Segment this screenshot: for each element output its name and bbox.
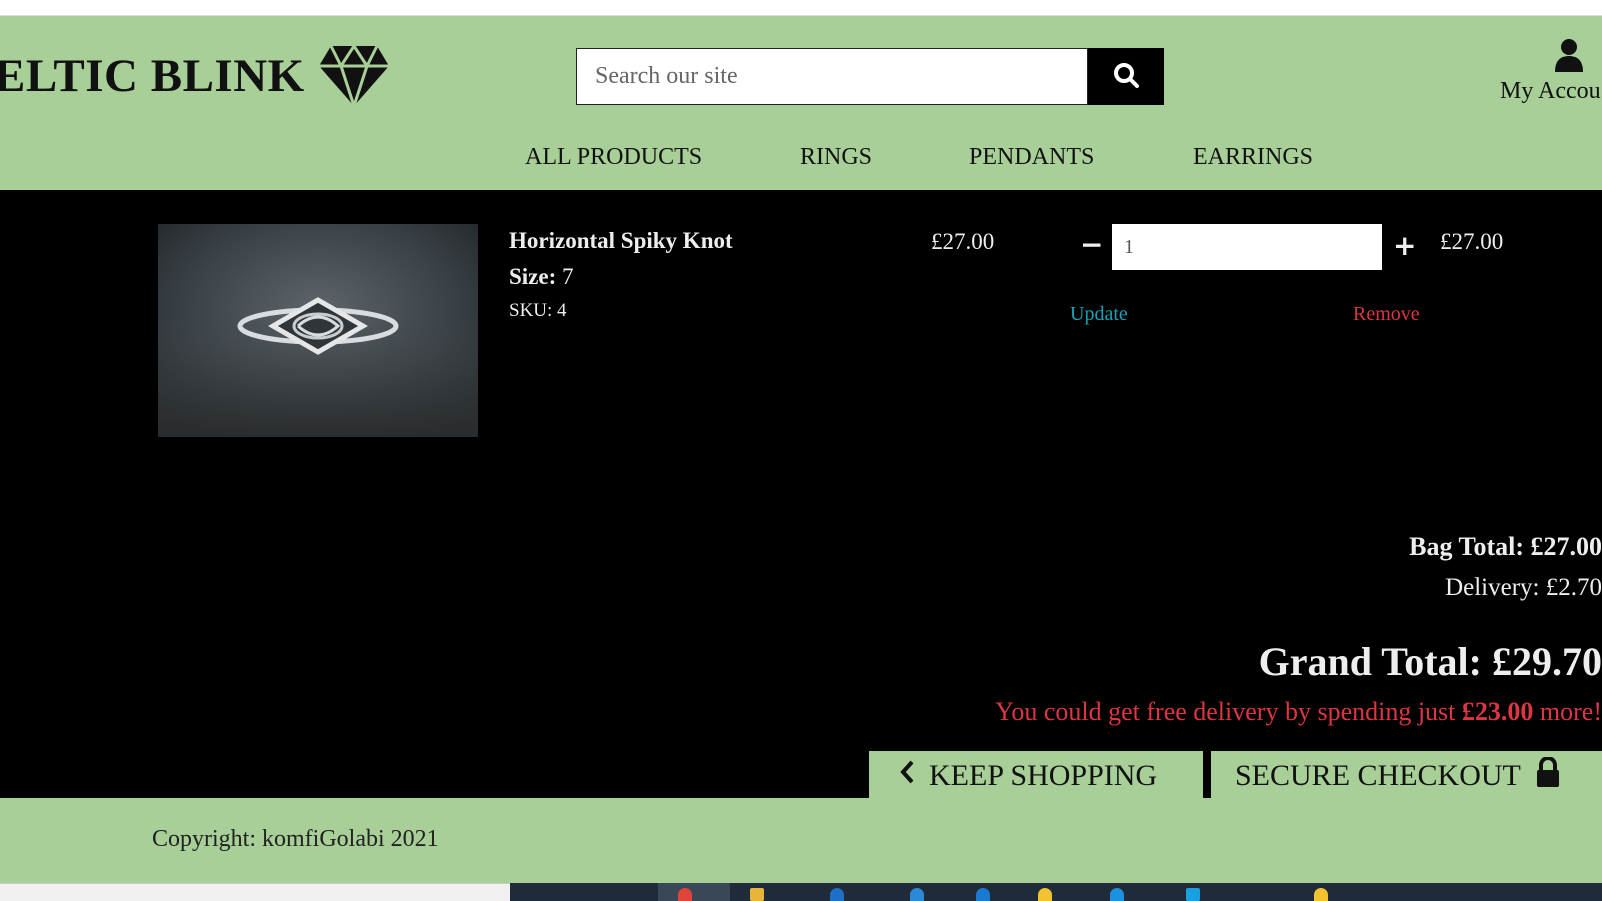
site-logo[interactable]: ELTIC BLINK [0,44,391,108]
app-icon[interactable] [910,888,924,901]
secure-checkout-button[interactable]: SECURE CHECKOUT [1211,751,1602,801]
edge-icon[interactable] [830,888,844,901]
chrome-icon[interactable] [678,888,692,901]
increment-qty-button[interactable]: + [1393,232,1416,260]
product-image [158,224,478,437]
free-delivery-suffix: more! [1533,697,1602,726]
free-delivery-message: You could get free delivery by spending … [702,697,1602,727]
lock-icon [1535,756,1561,795]
grand-total: Grand Total: £29.70 [1258,639,1602,684]
vscode-icon[interactable] [976,888,990,901]
taskbar [510,883,1602,901]
search-form [576,48,1164,105]
nav-rings[interactable]: RINGS [800,144,872,171]
app-icon[interactable] [1110,888,1124,901]
bag-total: Bag Total: £27.00 [1409,532,1602,561]
nav-pendants[interactable]: PENDANTS [969,144,1094,171]
user-icon [1554,38,1602,76]
app-icon[interactable] [1314,888,1328,901]
app-icon[interactable] [1038,888,1052,901]
delivery-cost: Delivery: £2.70 [1445,574,1602,601]
taskbar-active-app[interactable] [658,883,730,901]
my-account-link[interactable]: My Accou [1500,38,1602,105]
size-label: Size: [509,264,557,289]
decrement-qty-button[interactable]: − [1080,231,1103,259]
site-footer: Copyright: komfiGolabi 2021 [0,798,1602,883]
taskbar-search-area[interactable] [0,883,510,901]
folder-icon[interactable] [750,888,764,901]
checkout-label: SECURE CHECKOUT [1235,759,1521,792]
my-account-label: My Accou [1500,78,1601,104]
keep-shopping-label: KEEP SHOPPING [929,759,1158,792]
search-button[interactable] [1088,48,1164,105]
product-name[interactable]: Horizontal Spiky Knot [509,228,733,254]
site-header: ELTIC BLINK Search our site My Accou ALL… [0,16,1602,190]
search-icon [1113,62,1139,91]
app-icon[interactable] [1186,888,1200,901]
diamond-icon [317,44,391,108]
product-size: Size: 7 [509,264,574,290]
free-delivery-amount: £23.00 [1461,697,1534,726]
keep-shopping-button[interactable]: KEEP SHOPPING [869,751,1203,801]
remove-link[interactable]: Remove [1353,303,1420,326]
main-nav: ALL PRODUCTS RINGS PENDANTS EARRINGS [0,130,1602,180]
nav-all-products[interactable]: ALL PRODUCTS [525,144,702,171]
nav-earrings[interactable]: EARRINGS [1193,144,1313,171]
chevron-left-icon [899,759,915,793]
search-input[interactable] [576,48,1088,105]
product-sku: SKU: 4 [509,300,567,321]
copyright-text: Copyright: komfiGolabi 2021 [152,826,439,852]
item-subtotal: £27.00 [1440,229,1504,254]
update-link[interactable]: Update [1070,303,1128,326]
size-value: 7 [562,264,574,289]
product-price: £27.00 [931,229,995,254]
quantity-input[interactable] [1112,224,1382,270]
free-delivery-prefix: You could get free delivery by spending … [995,697,1462,726]
brand-name: ELTIC BLINK [0,50,305,102]
browser-top-strip [0,0,1602,16]
